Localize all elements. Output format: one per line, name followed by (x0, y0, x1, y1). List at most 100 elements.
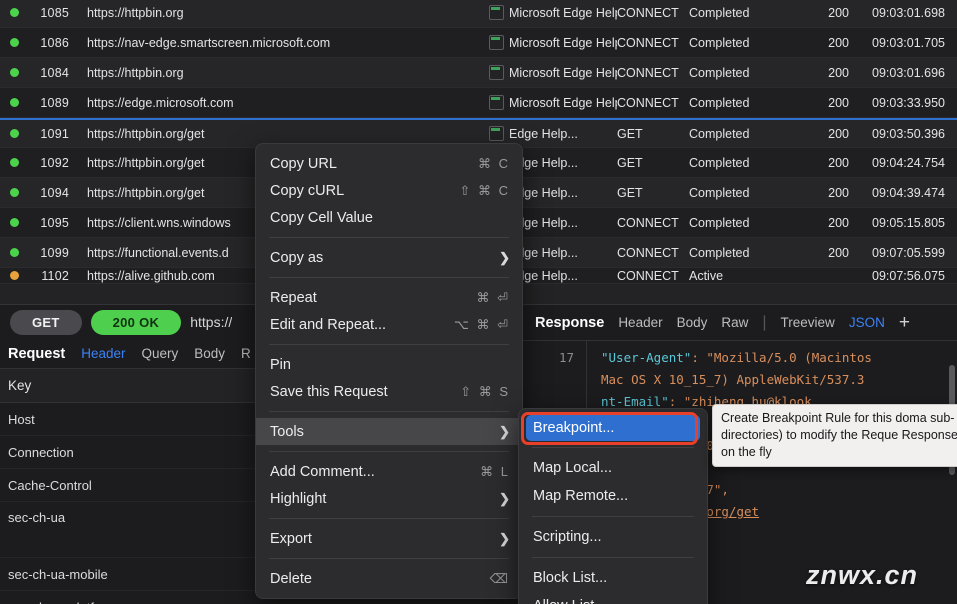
menu-item-tools[interactable]: Tools ❯ (256, 418, 522, 445)
menu-item-delete[interactable]: Delete ⌫ (256, 565, 522, 592)
table-row[interactable]: 1089 https://edge.microsoft.com Microsoft … (0, 88, 957, 118)
resp-tab-json[interactable]: JSON (849, 315, 885, 330)
status-dot-icon (10, 188, 19, 197)
table-row[interactable]: 1086 https://nav-edge.smartscreen.microso… (0, 28, 957, 58)
submenu-separator (532, 557, 694, 558)
tools-submenu[interactable]: Breakpoint... Map Local... Map Remote... Sc… (518, 408, 708, 604)
row-time: 09:07:05.599 (872, 245, 945, 260)
row-time: 09:07:56.075 (872, 268, 945, 283)
row-time: 09:03:01.698 (872, 5, 945, 20)
status-dot-icon (10, 271, 19, 280)
menu-item-add-comment[interactable]: Add Comment... ⌘ L (256, 458, 522, 485)
breakpoint-tooltip: Create Breakpoint Rule for this doma sub… (712, 404, 957, 467)
row-id: 1092 (40, 155, 69, 170)
table-row[interactable]: 1085 https://httpbin.org Microsoft Edge He… (0, 0, 957, 28)
row-time: 09:04:39.474 (872, 185, 945, 200)
row-method: CONNECT (617, 95, 679, 110)
row-state: Completed (689, 245, 750, 260)
menu-item-edit-and-repeat[interactable]: Edit and Repeat... ⌥ ⌘ ⏎ (256, 311, 522, 338)
row-id: 1086 (40, 35, 69, 50)
response-title: Response (535, 314, 605, 331)
menu-item-copy-cell-value[interactable]: Copy Cell Value (256, 204, 522, 231)
menu-separator (269, 237, 509, 238)
row-url: https://httpbin.org/get (87, 126, 205, 141)
row-method: CONNECT (617, 215, 679, 230)
menu-item-label: Copy cURL (270, 182, 345, 199)
tab-query[interactable]: Query (142, 346, 179, 361)
add-tab-icon[interactable]: + (899, 313, 910, 332)
line-number: 17 (558, 350, 574, 365)
tab-header[interactable]: Header (81, 346, 125, 361)
line-number (521, 369, 574, 391)
row-time: 09:03:01.705 (872, 35, 945, 50)
submenu-item-map-remote[interactable]: Map Remote... (519, 482, 707, 510)
response-tabbar[interactable]: Response Header Body Raw | Treeview JSON… (521, 305, 957, 341)
status-dot-icon (10, 68, 19, 77)
status-dot-icon (10, 129, 19, 138)
tab-body[interactable]: Body (194, 346, 225, 361)
code-line: "User-Agent": "Mozilla/5.0 (Macintos (601, 350, 872, 365)
resp-tab-treeview[interactable]: Treeview (781, 315, 835, 330)
row-method: CONNECT (617, 245, 679, 260)
row-state: Completed (689, 35, 750, 50)
tab-raw[interactable]: R (241, 346, 251, 361)
table-row[interactable]: 1084 https://httpbin.org Microsoft Edge He… (0, 58, 957, 88)
menu-item-shortcut: ⌘ ⏎ (476, 289, 510, 305)
row-code: 200 (828, 126, 849, 141)
context-menu[interactable]: Copy URL ⌘ C Copy cURL ⇧ ⌘ C Copy Cell Value… (255, 143, 523, 599)
menu-item-copy-url[interactable]: Copy URL ⌘ C (256, 150, 522, 177)
status-dot-icon (10, 8, 19, 17)
menu-item-label: Highlight (270, 490, 327, 507)
menu-item-shortcut: ⇧ ⌘ C (459, 182, 510, 198)
menu-item-export[interactable]: Export ❯ (256, 525, 522, 552)
row-code: 200 (828, 245, 849, 260)
row-method: GET (617, 185, 643, 200)
submenu-item-breakpoint[interactable]: Breakpoint... (526, 415, 700, 441)
tab-divider: | (762, 313, 767, 331)
resp-tab-raw[interactable]: Raw (721, 315, 748, 330)
menu-separator (269, 518, 509, 519)
menu-separator (269, 277, 509, 278)
row-state: Completed (689, 185, 750, 200)
row-url: https://edge.microsoft.com (87, 95, 234, 110)
menu-item-copy-as[interactable]: Copy as ❯ (256, 244, 522, 271)
row-app: Edge Help... (509, 245, 578, 260)
row-state: Active (689, 268, 724, 283)
menu-item-pin[interactable]: Pin (256, 351, 522, 378)
row-app: Microsoft Edge Help... (509, 5, 617, 20)
chevron-right-icon: ❯ (499, 423, 510, 439)
submenu-item-scripting[interactable]: Scripting... (519, 523, 707, 551)
resp-tab-header[interactable]: Header (618, 315, 662, 330)
status-dot-icon (10, 218, 19, 227)
row-time: 09:03:01.696 (872, 65, 945, 80)
row-state: Completed (689, 215, 750, 230)
menu-item-save-this-request[interactable]: Save this Request ⇧ ⌘ S (256, 378, 522, 405)
row-code: 200 (828, 5, 849, 20)
app-window: 1082https://api.msn.cnMicrosoft Edge Hel… (0, 0, 957, 604)
menu-item-label: Tools (270, 423, 304, 440)
row-app: Edge Help... (509, 126, 578, 141)
menu-item-repeat[interactable]: Repeat ⌘ ⏎ (256, 284, 522, 311)
row-code: 200 (828, 65, 849, 80)
row-method: GET (617, 155, 643, 170)
submenu-item-allow-list[interactable]: Allow List... (519, 592, 707, 604)
menu-separator (269, 558, 509, 559)
row-id: 1095 (40, 215, 69, 230)
submenu-item-map-local[interactable]: Map Local... (519, 454, 707, 482)
menu-item-shortcut: ⇧ ⌘ S (460, 383, 510, 399)
status-dot-icon (10, 248, 19, 257)
row-state: Completed (689, 95, 750, 110)
menu-item-copy-curl[interactable]: Copy cURL ⇧ ⌘ C (256, 177, 522, 204)
submenu-item-block-list[interactable]: Block List... (519, 564, 707, 592)
row-id: 1089 (40, 95, 69, 110)
row-app: Microsoft Edge Help... (509, 65, 617, 80)
resp-tab-body[interactable]: Body (677, 315, 708, 330)
status-dot-icon (10, 158, 19, 167)
method-pill: GET (10, 309, 82, 335)
menu-item-shortcut: ⌥ ⌘ ⏎ (453, 316, 510, 332)
row-id: 1091 (40, 126, 69, 141)
row-url: https://httpbin.org (87, 65, 184, 80)
row-method: CONNECT (617, 65, 679, 80)
menu-item-highlight[interactable]: Highlight ❯ (256, 485, 522, 512)
row-id: 1094 (40, 185, 69, 200)
